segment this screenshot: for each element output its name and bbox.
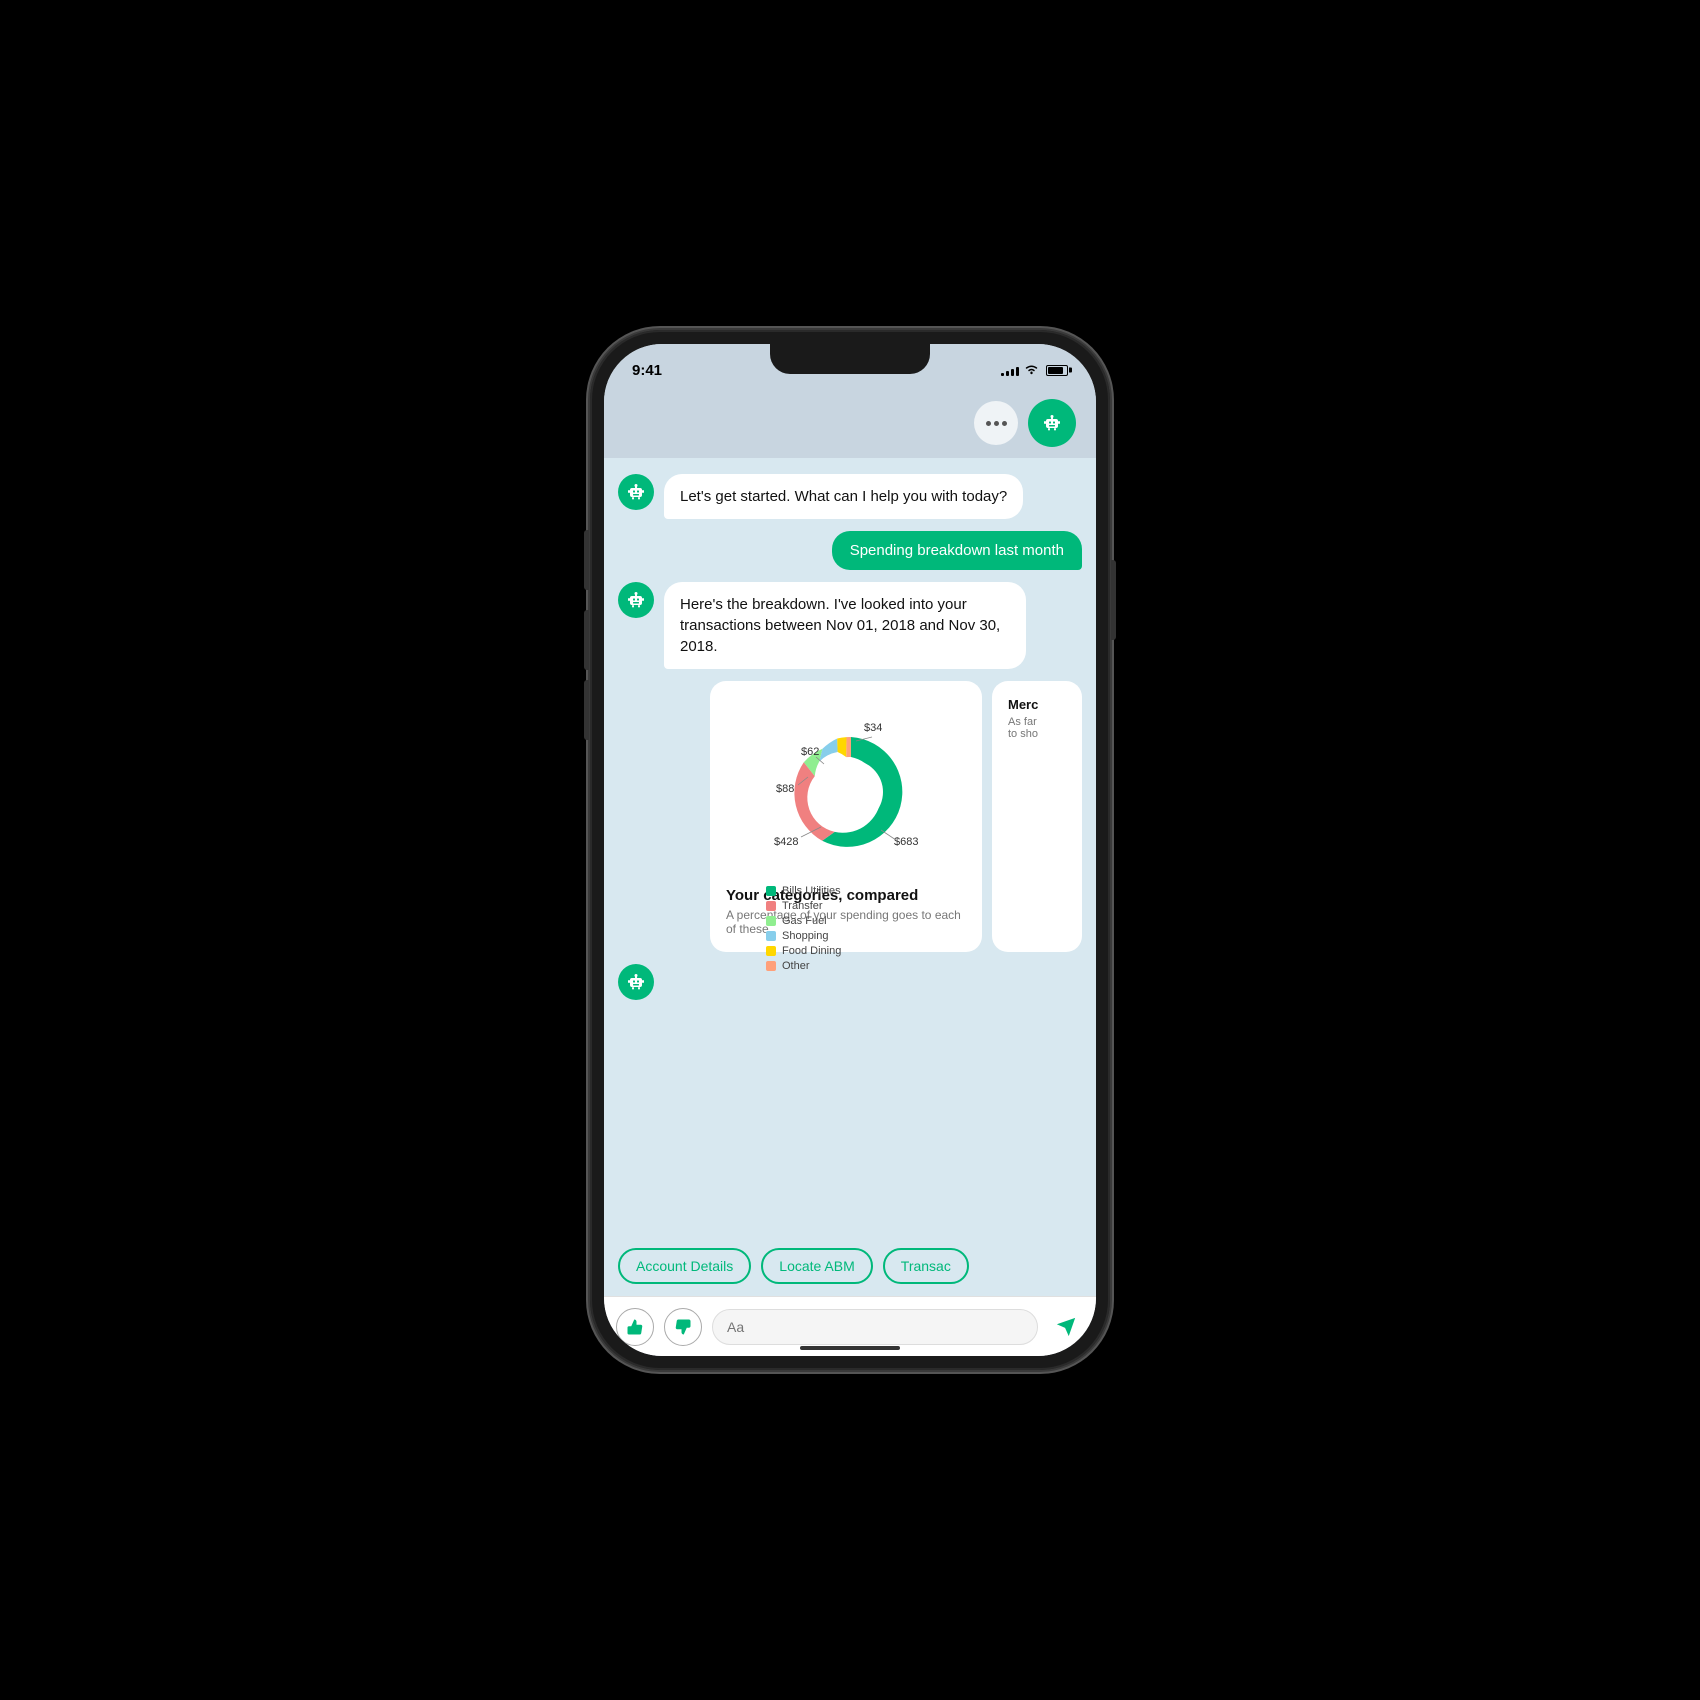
chart-card-row: $34 $62 $88 $428 $683 (664, 681, 1082, 952)
bot-greeting-bubble: Let's get started. What can I help you w… (664, 474, 1023, 519)
battery-icon (1046, 365, 1068, 376)
legend-item-bills: Bills Utilities (766, 885, 946, 897)
locate-abm-button[interactable]: Locate ABM (761, 1248, 873, 1284)
bot-response-row: Here's the breakdown. I've looked into y… (618, 582, 1082, 669)
label-683: $683 (894, 836, 918, 848)
label-88: $88 (776, 783, 794, 795)
account-details-button[interactable]: Account Details (618, 1248, 751, 1284)
merch-card: Merc As farto sho (992, 681, 1082, 952)
thumbs-up-icon (626, 1318, 644, 1336)
bot-avatar (618, 474, 654, 510)
bot-avatar-header (1028, 399, 1076, 447)
label-34: $34 (864, 722, 882, 734)
home-indicator (800, 1346, 900, 1350)
donut-svg: $34 $62 $88 $428 $683 (746, 697, 946, 872)
legend-item-shopping: Shopping (766, 930, 946, 942)
legend-item-gas: Gas Fuel (766, 915, 946, 927)
more-button[interactable] (974, 401, 1018, 445)
bot-avatar-bottom (618, 964, 654, 1000)
user-message-bubble: Spending breakdown last month (832, 531, 1082, 570)
chart-legend: Bills Utilities Transfer Gas Fuel (746, 885, 946, 972)
chat-area: Let's get started. What can I help you w… (604, 458, 1096, 1236)
phone-screen: 9:41 (604, 344, 1096, 1356)
thumbs-down-icon (674, 1318, 692, 1336)
bot-response-bubble: Here's the breakdown. I've looked into y… (664, 582, 1026, 669)
bot-avatar-2 (618, 582, 654, 618)
phone-shell: 9:41 (590, 330, 1110, 1370)
segment-food (837, 737, 846, 757)
send-button[interactable] (1048, 1309, 1084, 1345)
send-icon (1055, 1316, 1077, 1338)
robot-icon (1040, 411, 1064, 435)
phone-frame: 9:41 (590, 330, 1110, 1370)
bot-greeting-row: Let's get started. What can I help you w… (618, 474, 1082, 519)
merch-sub: As farto sho (1008, 716, 1066, 740)
thumbs-up-button[interactable] (616, 1308, 654, 1346)
transactions-button[interactable]: Transac (883, 1248, 969, 1284)
signal-bars-icon (1001, 364, 1019, 376)
notch (770, 344, 930, 374)
status-time: 9:41 (632, 362, 662, 379)
legend-item-other: Other (766, 960, 946, 972)
bot-avatar-icon-bottom (624, 970, 648, 994)
wifi-icon (1024, 363, 1039, 378)
chat-input[interactable] (712, 1309, 1038, 1345)
bot-avatar-icon (624, 480, 648, 504)
legend-item-food: Food Dining (766, 945, 946, 957)
status-icons (1001, 363, 1068, 378)
chart-card: $34 $62 $88 $428 $683 (710, 681, 982, 952)
segment-other (846, 737, 851, 757)
donut-chart: $34 $62 $88 $428 $683 (746, 697, 946, 877)
thumbs-down-button[interactable] (664, 1308, 702, 1346)
action-buttons-bar: Account Details Locate ABM Transac (604, 1236, 1096, 1296)
header-bar (604, 388, 1096, 458)
donut-hole (819, 760, 883, 824)
label-428: $428 (774, 836, 798, 848)
merch-title: Merc (1008, 697, 1066, 712)
label-62: $62 (801, 746, 819, 758)
bot-avatar-icon-2 (624, 588, 648, 612)
legend-item-transfer: Transfer (766, 900, 946, 912)
